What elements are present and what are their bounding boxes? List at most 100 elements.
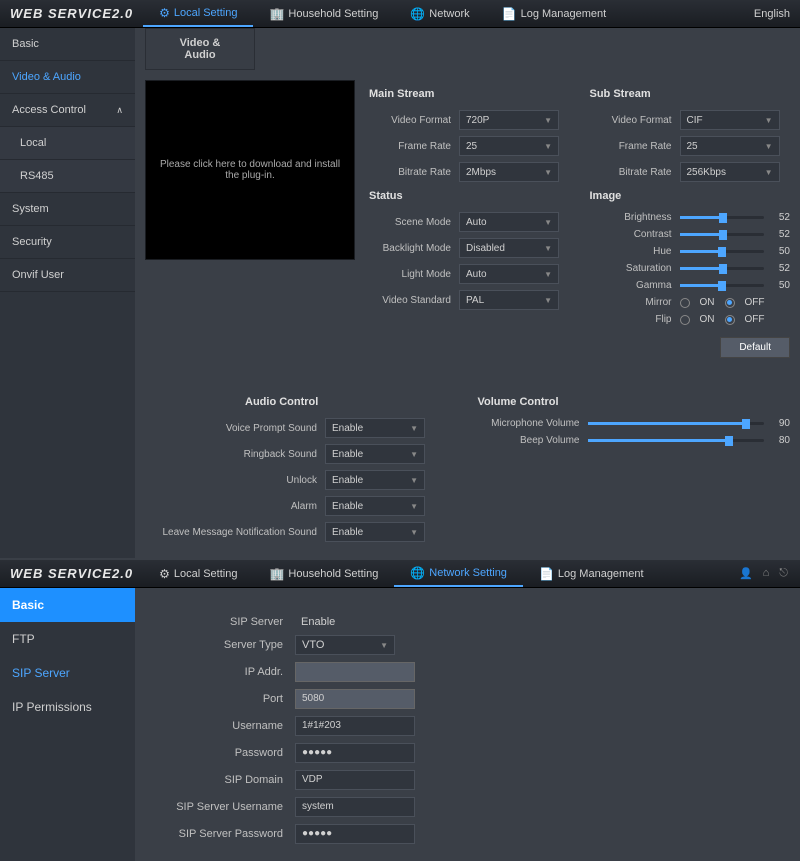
beep-volume-value: 80: [770, 435, 790, 446]
server-type-select[interactable]: VTO▼: [295, 635, 395, 655]
mirror-off-radio[interactable]: [725, 298, 735, 308]
nav2-network-setting[interactable]: 🌐Network Setting: [394, 560, 523, 587]
backlight-label: Backlight Mode: [369, 243, 459, 254]
sub-bitrate-label: Bitrate Rate: [590, 167, 680, 178]
tab-video-audio[interactable]: Video & Audio: [145, 28, 255, 70]
sidebar2-basic[interactable]: Basic: [0, 588, 135, 622]
port-input[interactable]: 5080: [295, 689, 415, 709]
nav-network[interactable]: 🌐Network: [394, 0, 485, 27]
scene-mode-select[interactable]: Auto▼: [459, 212, 559, 232]
nav-log-label: Log Management: [521, 8, 607, 20]
sidebar-access-label: Access Control: [12, 104, 86, 116]
sidebar2-sip-server[interactable]: SIP Server: [0, 656, 135, 690]
hue-value: 50: [770, 246, 790, 257]
row-audio: Audio Control Voice Prompt SoundEnable▼ …: [135, 388, 790, 548]
main-bitrate-select[interactable]: 2Mbps▼: [459, 162, 559, 182]
sidebar-item-local[interactable]: Local: [0, 127, 135, 160]
light-select[interactable]: Auto▼: [459, 264, 559, 284]
sip-server-pass-label: SIP Server Password: [175, 828, 295, 840]
sip-server-user-input[interactable]: system: [295, 797, 415, 817]
user-icon[interactable]: 👤: [739, 567, 753, 580]
default-button[interactable]: Default: [720, 337, 790, 358]
nav-household-setting[interactable]: 🏢Household Setting: [253, 0, 394, 27]
logout-icon[interactable]: ⎋: [779, 567, 788, 580]
leave-msg-select[interactable]: Enable▼: [325, 522, 425, 542]
contrast-label: Contrast: [590, 229, 680, 240]
row-streams: Please click here to download and instal…: [135, 80, 790, 358]
mirror-on-radio[interactable]: [680, 298, 690, 308]
nav2-local-setting[interactable]: ⚙Local Setting: [143, 560, 253, 587]
mic-volume-slider[interactable]: [588, 422, 765, 425]
sidebar2-ftp[interactable]: FTP: [0, 622, 135, 656]
nav2-log-management[interactable]: 📄Log Management: [523, 560, 660, 587]
video-standard-select[interactable]: PAL▼: [459, 290, 559, 310]
caret-down-icon: ▼: [410, 424, 418, 433]
sub-bitrate-select[interactable]: 256Kbps▼: [680, 162, 780, 182]
ip-addr-input[interactable]: [295, 662, 415, 682]
flip-on-radio[interactable]: [680, 315, 690, 325]
sip-domain-input[interactable]: VDP: [295, 770, 415, 790]
alarm-select[interactable]: Enable▼: [325, 496, 425, 516]
sidebar-item-onvif[interactable]: Onvif User: [0, 259, 135, 292]
caret-down-icon: ▼: [544, 116, 552, 125]
main-layout-2: Basic FTP SIP Server IP Permissions SIP …: [0, 588, 800, 861]
nav2-household-setting[interactable]: 🏢Household Setting: [253, 560, 394, 587]
home-icon[interactable]: ⌂: [763, 567, 770, 580]
flip-off-radio[interactable]: [725, 315, 735, 325]
main-frame-rate-select[interactable]: 25▼: [459, 136, 559, 156]
sip-server-pass-input[interactable]: ●●●●●: [295, 824, 415, 844]
unlock-select[interactable]: Enable▼: [325, 470, 425, 490]
password-input[interactable]: ●●●●●: [295, 743, 415, 763]
topbar-1: WEB SERVICE2.0 ⚙Local Setting 🏢Household…: [0, 0, 800, 28]
sub-video-format-select[interactable]: CIF▼: [680, 110, 780, 130]
mic-volume-value: 90: [770, 418, 790, 429]
image-title: Image: [590, 190, 791, 202]
ringback-label: Ringback Sound: [145, 449, 325, 460]
sidebar-item-basic[interactable]: Basic: [0, 28, 135, 61]
port-label: Port: [175, 693, 295, 705]
main-video-format-select[interactable]: 720P▼: [459, 110, 559, 130]
sidebar2-ip-permissions[interactable]: IP Permissions: [0, 690, 135, 724]
hue-label: Hue: [590, 246, 680, 257]
mirror-label: Mirror: [590, 297, 680, 308]
sip-server-label: SIP Server: [175, 616, 295, 628]
topbar-2: WEB SERVICE2.0 ⚙Local Setting 🏢Household…: [0, 560, 800, 588]
beep-volume-label: Beep Volume: [478, 435, 588, 446]
caret-down-icon: ▼: [765, 142, 773, 151]
sub-frame-rate-select[interactable]: 25▼: [680, 136, 780, 156]
leave-msg-label: Leave Message Notification Sound: [145, 527, 325, 538]
gamma-slider[interactable]: [680, 284, 765, 287]
globe-icon: 🌐: [410, 566, 425, 580]
contrast-slider[interactable]: [680, 233, 765, 236]
sidebar-2: Basic FTP SIP Server IP Permissions: [0, 588, 135, 861]
ip-addr-label: IP Addr.: [175, 666, 295, 678]
caret-down-icon: ▼: [765, 116, 773, 125]
language-selector[interactable]: English: [744, 8, 800, 20]
backlight-select[interactable]: Disabled▼: [459, 238, 559, 258]
sip-server-user-label: SIP Server Username: [175, 801, 295, 813]
saturation-slider[interactable]: [680, 267, 765, 270]
nav-network-label: Network: [429, 8, 469, 20]
hue-slider[interactable]: [680, 250, 765, 253]
voice-prompt-select[interactable]: Enable▼: [325, 418, 425, 438]
video-preview[interactable]: Please click here to download and instal…: [145, 80, 355, 260]
sidebar-item-access-control[interactable]: Access Control∧: [0, 94, 135, 127]
gamma-value: 50: [770, 280, 790, 291]
nav-log-management[interactable]: 📄Log Management: [486, 0, 623, 27]
caret-down-icon: ▼: [410, 476, 418, 485]
caret-down-icon: ▼: [544, 142, 552, 151]
sidebar-item-video-audio[interactable]: Video & Audio: [0, 61, 135, 94]
beep-volume-slider[interactable]: [588, 439, 765, 442]
brightness-slider[interactable]: [680, 216, 765, 219]
video-standard-label: Video Standard: [369, 295, 459, 306]
sidebar-item-system[interactable]: System: [0, 193, 135, 226]
sidebar-item-security[interactable]: Security: [0, 226, 135, 259]
username-input[interactable]: 1#1#203: [295, 716, 415, 736]
ringback-select[interactable]: Enable▼: [325, 444, 425, 464]
caret-down-icon: ▼: [410, 450, 418, 459]
sidebar-1: Basic Video & Audio Access Control∧ Loca…: [0, 28, 135, 558]
sip-server-value: Enable: [295, 616, 335, 628]
frame-rate-label: Frame Rate: [369, 141, 459, 152]
nav-local-setting[interactable]: ⚙Local Setting: [143, 0, 253, 27]
sidebar-item-rs485[interactable]: RS485: [0, 160, 135, 193]
